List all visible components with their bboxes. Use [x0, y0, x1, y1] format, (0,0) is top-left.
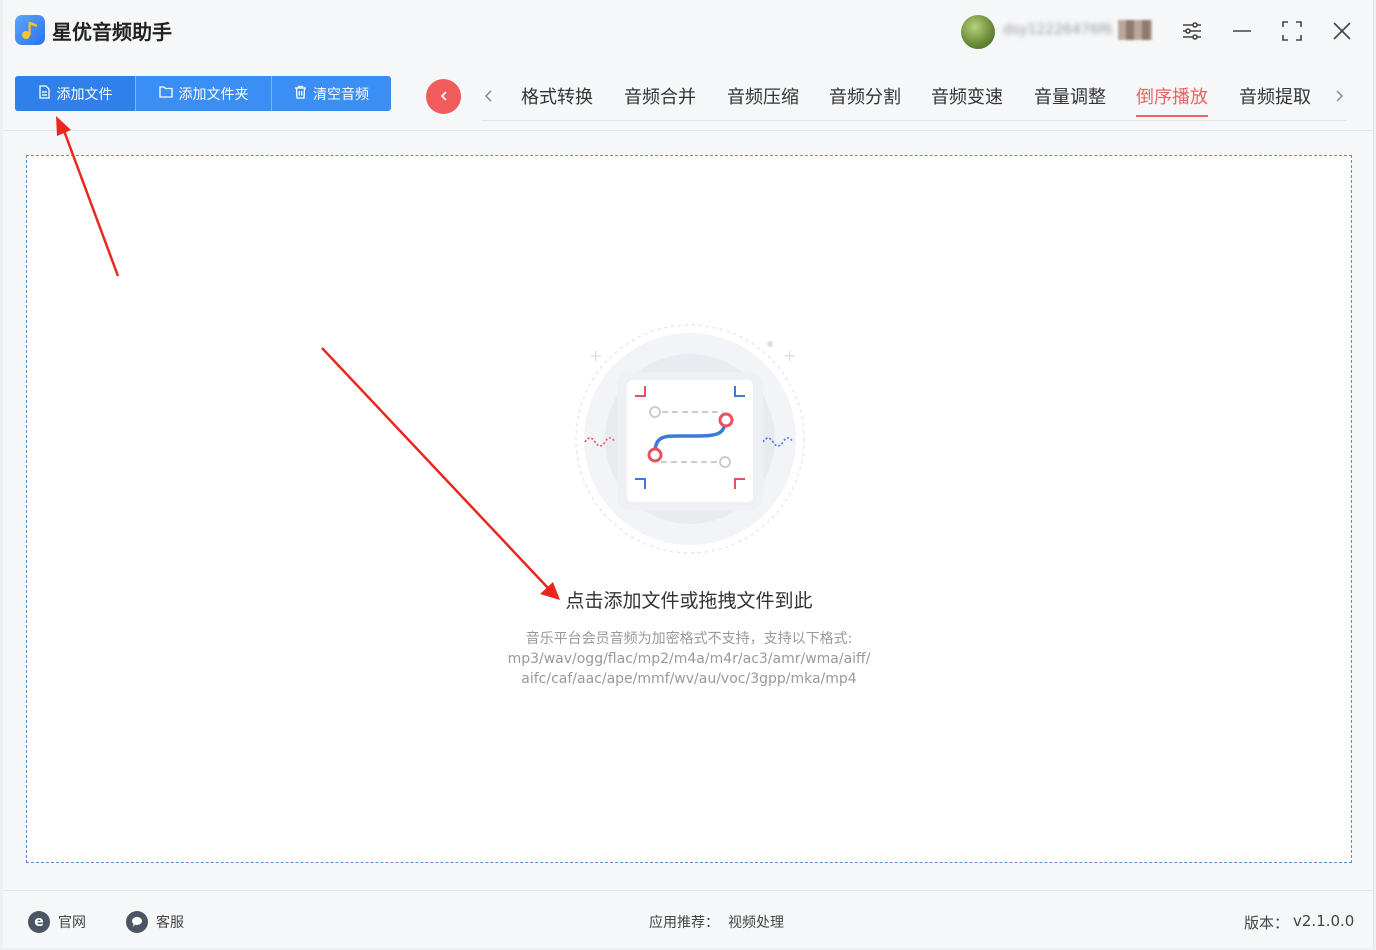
- clear-audio-button[interactable]: 清空音频: [271, 76, 391, 111]
- tab-audio-split[interactable]: 音频分割: [829, 83, 901, 117]
- tab-volume-adjust[interactable]: 音量调整: [1034, 83, 1106, 117]
- svg-text:+: +: [589, 346, 602, 365]
- empty-state-illustration: + +: [575, 324, 805, 554]
- support-link[interactable]: 客服: [126, 911, 184, 933]
- website-link[interactable]: e 官网: [28, 911, 86, 933]
- version-label: 版本：: [1244, 914, 1290, 932]
- add-file-label: 添加文件: [56, 86, 113, 103]
- chat-bubble-icon: [126, 911, 148, 933]
- svg-text:+: +: [783, 346, 796, 365]
- username-redaction: [1118, 20, 1152, 40]
- tab-audio-merge[interactable]: 音频合并: [624, 83, 696, 117]
- back-button[interactable]: [426, 79, 461, 114]
- supported-formats-line1: mp3/wav/ogg/flac/mp2/m4a/m4r/ac3/amr/wma…: [507, 651, 871, 667]
- header-divider: [3, 130, 1373, 131]
- version-number: v2.1.0.0: [1293, 912, 1355, 930]
- close-icon[interactable]: [1327, 16, 1357, 46]
- tab-audio-compress[interactable]: 音频压缩: [727, 83, 799, 117]
- supported-formats-line2: aifc/caf/aac/ape/mmf/wv/au/voc/3gpp/mka/…: [521, 671, 857, 687]
- file-drop-zone[interactable]: + + 点击添加文件或拖拽文件到此 音乐平台会员音频为加密格式不支持，支持以下格…: [26, 155, 1352, 863]
- file-icon: [38, 84, 51, 103]
- tab-audio-speed[interactable]: 音频变速: [931, 83, 1003, 117]
- ie-browser-icon: e: [28, 911, 50, 933]
- drop-zone-note: 音乐平台会员音频为加密格式不支持，支持以下格式:: [525, 631, 853, 647]
- drop-zone-title: 点击添加文件或拖拽文件到此: [565, 590, 813, 612]
- back-arrow-icon: [438, 87, 450, 106]
- clear-audio-label: 清空音频: [313, 86, 369, 103]
- maximize-icon[interactable]: [1277, 16, 1307, 46]
- support-label: 客服: [156, 915, 184, 931]
- title-bar: 星优音频助手 dsy12226476f6: [3, 0, 1373, 62]
- app-recommend-label: 应用推荐：: [649, 915, 719, 931]
- avatar[interactable]: [961, 15, 995, 49]
- trash-icon: [294, 85, 307, 103]
- add-folder-label: 添加文件夹: [178, 86, 249, 103]
- tab-format-convert[interactable]: 格式转换: [521, 83, 593, 117]
- settings-sliders-icon[interactable]: [1177, 16, 1207, 46]
- folder-icon: [158, 85, 173, 102]
- tab-reverse-play[interactable]: 倒序播放: [1136, 83, 1208, 117]
- chevron-right-icon[interactable]: [1331, 86, 1347, 106]
- footer: e 官网 客服 应用推荐： 视频处理 版本： v2.1.0.0: [3, 890, 1373, 949]
- toolbar-button-group: 添加文件 添加文件夹 清空音频: [15, 76, 391, 111]
- app-title: 星优音频助手: [52, 20, 172, 44]
- chevron-left-icon[interactable]: [481, 86, 497, 106]
- add-folder-button[interactable]: 添加文件夹: [135, 76, 271, 111]
- app-window: 星优音频助手 dsy12226476f6 添加文件 添加文件夹 清空音频 格式转…: [3, 0, 1374, 948]
- add-file-button[interactable]: 添加文件: [15, 76, 135, 111]
- tab-audio-extract[interactable]: 音频提取: [1239, 83, 1311, 117]
- website-label: 官网: [58, 915, 86, 931]
- feature-tabs: 格式转换 音频合并 音频压缩 音频分割 音频变速 音量调整 倒序播放 音频提取: [481, 72, 1347, 121]
- app-logo-icon: [15, 15, 45, 45]
- app-recommend-video[interactable]: 视频处理: [728, 912, 784, 932]
- minimize-icon[interactable]: [1227, 16, 1257, 46]
